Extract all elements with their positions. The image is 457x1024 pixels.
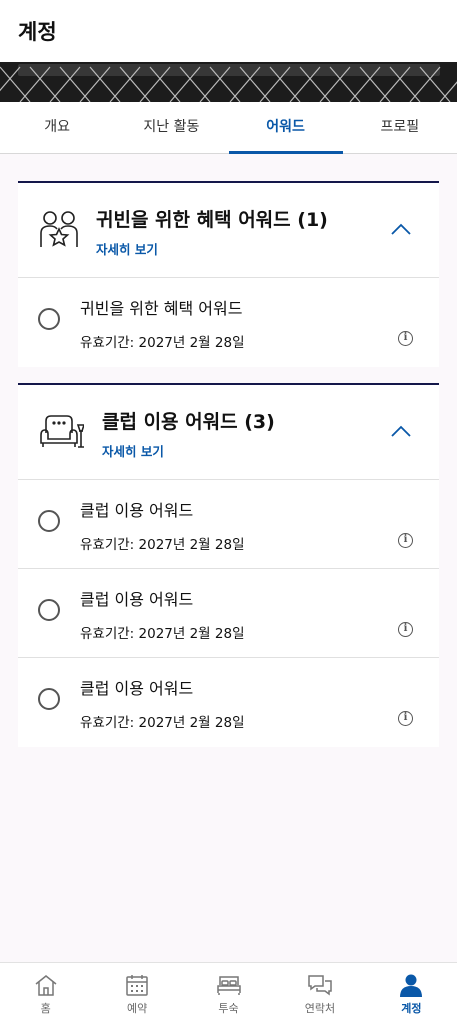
award-expiry: 유효기간: 2027년 2월 28일 bbox=[80, 626, 245, 642]
card-title: 귀빈을 위한 혜택 어워드 (1) bbox=[96, 209, 328, 231]
award-item[interactable]: 클럽 이용 어워드 유효기간: 2027년 2월 28일 i bbox=[18, 569, 439, 658]
tab-awards[interactable]: 어워드 bbox=[228, 102, 344, 154]
person-icon bbox=[400, 974, 423, 997]
award-item[interactable]: 귀빈을 위한 혜택 어워드 유효기간: 2027년 2월 28일 i bbox=[18, 278, 439, 367]
award-name: 클럽 이용 어워드 bbox=[80, 679, 194, 698]
armchair-icon bbox=[40, 415, 84, 448]
award-name: 클럽 이용 어워드 bbox=[80, 590, 194, 609]
nav-stays[interactable]: 투숙 bbox=[183, 963, 274, 1024]
nav-home[interactable]: 홈 bbox=[0, 963, 91, 1024]
info-icon[interactable]: i bbox=[398, 533, 413, 548]
diamond-pattern bbox=[0, 66, 457, 102]
radio-button[interactable] bbox=[38, 510, 60, 532]
award-card-vip: 귀빈을 위한 혜택 어워드 (1) 자세히 보기 귀빈을 위한 혜택 어워드 유… bbox=[18, 181, 439, 367]
tab-profile[interactable]: 프로필 bbox=[343, 102, 457, 153]
people-star-icon bbox=[40, 211, 78, 247]
radio-button[interactable] bbox=[38, 599, 60, 621]
nav-label: 연락처 bbox=[304, 1002, 336, 1015]
bottom-navigation: 홈 예약 투숙 연락처 계정 bbox=[0, 962, 457, 1024]
award-expiry: 유효기간: 2027년 2월 28일 bbox=[80, 537, 245, 553]
nav-label: 예약 bbox=[126, 1002, 148, 1015]
award-name: 클럽 이용 어워드 bbox=[80, 501, 194, 520]
nav-label: 투숙 bbox=[218, 1002, 239, 1015]
chevron-up-icon[interactable] bbox=[391, 223, 411, 235]
nav-label: 계정 bbox=[401, 1002, 422, 1015]
page-title: 계정 bbox=[18, 20, 57, 44]
radio-button[interactable] bbox=[38, 688, 60, 710]
see-details-link[interactable]: 자세히 보기 bbox=[96, 239, 158, 258]
award-expiry: 유효기간: 2027년 2월 28일 bbox=[80, 335, 245, 351]
award-item[interactable]: 클럽 이용 어워드 유효기간: 2027년 2월 28일 i bbox=[18, 480, 439, 569]
info-icon[interactable]: i bbox=[398, 622, 413, 637]
card-header[interactable]: 클럽 이용 어워드 (3) 자세히 보기 bbox=[18, 385, 439, 480]
banner-pattern bbox=[0, 62, 457, 102]
award-card-club: 클럽 이용 어워드 (3) 자세히 보기 클럽 이용 어워드 유효기간: 202… bbox=[18, 383, 439, 747]
calendar-icon bbox=[126, 975, 148, 996]
radio-button[interactable] bbox=[38, 308, 60, 330]
award-name: 귀빈을 위한 혜택 어워드 bbox=[80, 299, 243, 318]
tab-past-activity[interactable]: 지난 활동 bbox=[114, 102, 228, 153]
app-header: 계정 bbox=[0, 0, 457, 62]
nav-label: 홈 bbox=[40, 1002, 51, 1015]
home-icon bbox=[35, 975, 57, 996]
card-header[interactable]: 귀빈을 위한 혜택 어워드 (1) 자세히 보기 bbox=[18, 183, 439, 278]
award-item[interactable]: 클럽 이용 어워드 유효기간: 2027년 2월 28일 i bbox=[18, 658, 439, 747]
nav-account[interactable]: 계정 bbox=[366, 963, 457, 1024]
info-icon[interactable]: i bbox=[398, 331, 413, 346]
tab-overview[interactable]: 개요 bbox=[0, 102, 114, 153]
info-icon[interactable]: i bbox=[398, 711, 413, 726]
chevron-up-icon[interactable] bbox=[391, 425, 411, 437]
tab-bar: 개요 지난 활동 어워드 프로필 bbox=[0, 102, 457, 154]
bed-icon bbox=[216, 976, 241, 995]
nav-booking[interactable]: 예약 bbox=[91, 963, 182, 1024]
award-expiry: 유효기간: 2027년 2월 28일 bbox=[80, 715, 245, 731]
chat-icon bbox=[308, 975, 332, 996]
nav-contact[interactable]: 연락처 bbox=[274, 963, 365, 1024]
card-title: 클럽 이용 어워드 (3) bbox=[102, 411, 275, 433]
see-details-link[interactable]: 자세히 보기 bbox=[102, 441, 164, 460]
